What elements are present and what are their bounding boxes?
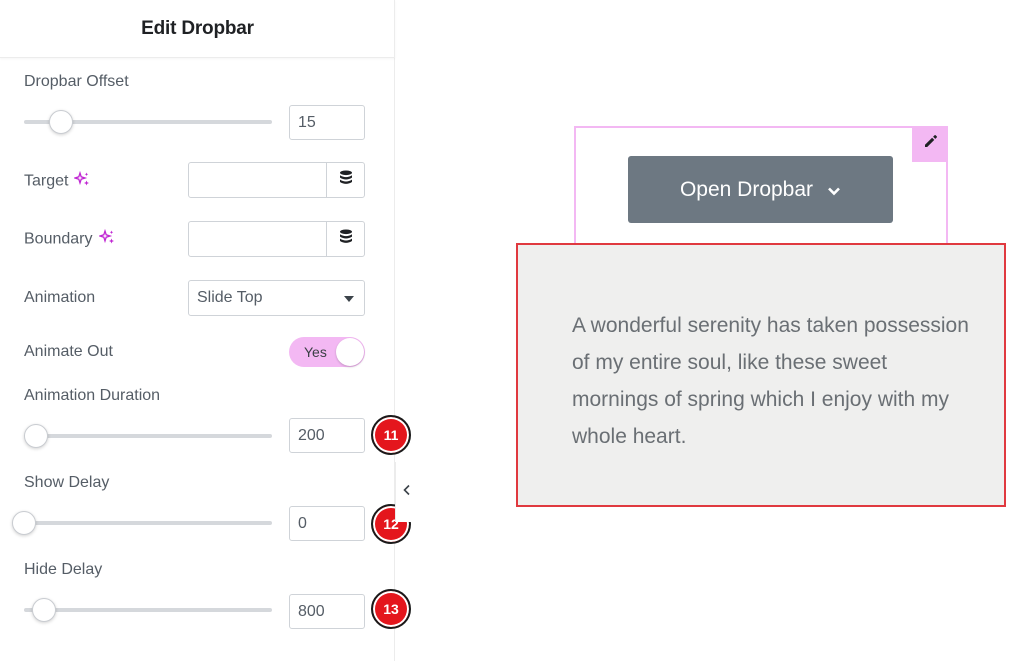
hide-delay-label: Hide Delay — [24, 561, 103, 578]
dropbar-offset-input[interactable] — [289, 105, 365, 140]
sparkle-icon[interactable] — [97, 228, 115, 250]
target-input[interactable] — [188, 162, 327, 198]
sparkle-icon[interactable] — [73, 170, 90, 192]
dropbar-offset-label: Dropbar Offset — [24, 73, 129, 90]
target-dynamic-tags-button[interactable] — [326, 162, 365, 198]
panel-title: Edit Dropbar — [141, 17, 254, 39]
animate-out-label: Animate Out — [24, 343, 113, 360]
boundary-label: Boundary — [24, 228, 115, 250]
open-dropbar-button[interactable]: Open Dropbar — [628, 156, 893, 223]
chevron-left-icon — [402, 483, 412, 501]
animate-out-toggle[interactable]: Yes — [289, 337, 365, 367]
pencil-icon — [923, 134, 938, 154]
boundary-dynamic-tags-button[interactable] — [326, 221, 365, 257]
animation-duration-slider-thumb[interactable] — [24, 424, 49, 448]
show-delay-label: Show Delay — [24, 474, 110, 491]
boundary-label-text: Boundary — [24, 230, 93, 248]
database-icon — [339, 229, 353, 249]
target-label-text: Target — [24, 172, 69, 190]
database-icon — [339, 170, 353, 190]
dropbar-text: A wonderful serenity has taken possessio… — [572, 314, 969, 448]
boundary-input[interactable] — [188, 221, 327, 257]
hide-delay-input[interactable] — [289, 594, 365, 629]
animation-duration-slider[interactable] — [24, 424, 272, 448]
show-delay-slider-thumb[interactable] — [12, 511, 36, 535]
step-badge-13: 13 — [371, 589, 411, 629]
dropbar-offset-slider-thumb[interactable] — [49, 110, 74, 134]
animation-select[interactable]: Slide Top — [188, 280, 365, 316]
dropbar-offset-slider[interactable] — [24, 110, 272, 134]
edit-widget-button[interactable] — [912, 126, 948, 162]
animation-duration-label: Animation Duration — [24, 387, 161, 404]
animate-out-toggle-text: Yes — [304, 344, 327, 360]
chevron-down-icon — [827, 178, 841, 202]
dropbar-content-panel: A wonderful serenity has taken possessio… — [516, 243, 1006, 507]
caret-down-icon — [344, 296, 354, 302]
toggle-knob — [336, 338, 364, 366]
hide-delay-slider-thumb[interactable] — [31, 598, 56, 622]
animation-label: Animation — [24, 289, 96, 306]
show-delay-input[interactable] — [289, 506, 365, 541]
panel-header: Edit Dropbar — [0, 0, 395, 58]
animation-select-value: Slide Top — [197, 289, 263, 306]
show-delay-slider[interactable] — [12, 511, 272, 535]
collapse-panel-button[interactable] — [395, 462, 417, 522]
animation-duration-input[interactable] — [289, 418, 365, 453]
editor-panel: Edit Dropbar Dropbar Offset Target Bound… — [0, 0, 411, 661]
target-label: Target — [24, 170, 90, 192]
hide-delay-slider[interactable] — [24, 598, 272, 622]
step-badge-11: 11 — [371, 415, 411, 455]
open-dropbar-label: Open Dropbar — [679, 177, 814, 201]
